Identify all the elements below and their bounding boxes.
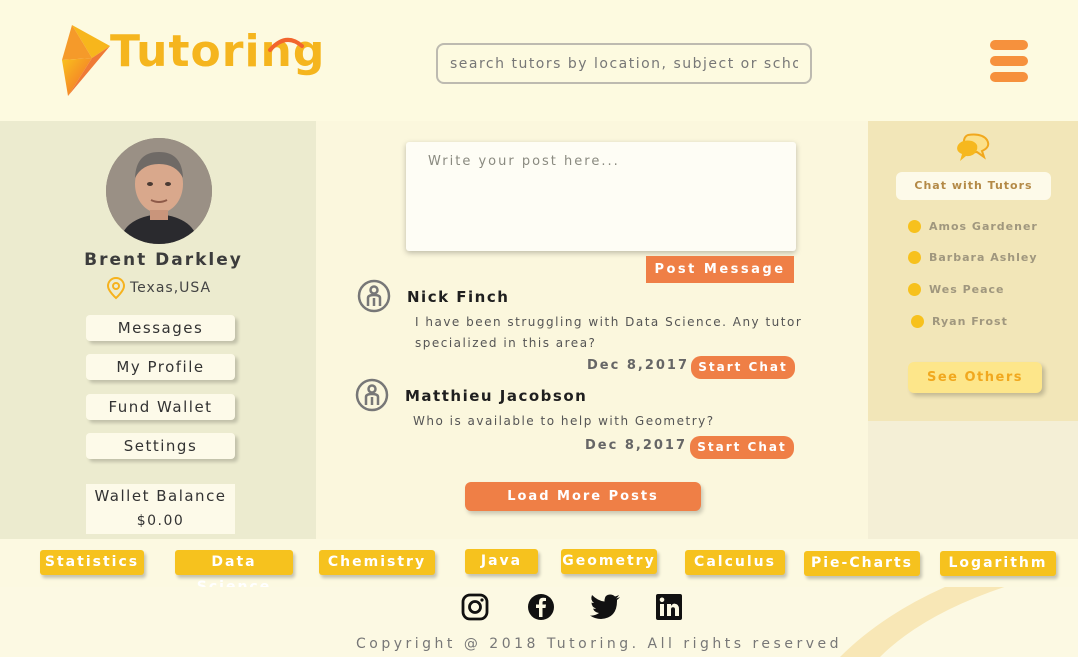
post-text-line: Who is available to help with Geometry? <box>413 414 715 428</box>
user-icon <box>355 378 389 412</box>
wallet-balance-card: Wallet Balance $0.00 <box>86 484 235 534</box>
tag-statistics[interactable]: Statistics <box>40 550 144 575</box>
post-input[interactable] <box>406 142 796 251</box>
load-more-posts-button[interactable]: Load More Posts <box>465 482 701 511</box>
location-text: Texas,USA <box>130 280 212 296</box>
tutor-item[interactable]: Barbara Ashley <box>908 251 1038 264</box>
tutor-name: Barbara Ashley <box>929 251 1038 264</box>
user-icon <box>357 279 391 313</box>
tutor-name: Wes Peace <box>929 283 1005 296</box>
twitter-icon[interactable] <box>589 593 621 621</box>
search-input[interactable] <box>436 43 812 84</box>
tutor-item[interactable]: Ryan Frost <box>911 315 1008 328</box>
tutor-item[interactable]: Wes Peace <box>908 283 1005 296</box>
chat-with-tutors-title: Chat with Tutors <box>896 172 1051 200</box>
online-status-icon <box>908 251 921 264</box>
post-date: Dec 8,2017 <box>587 358 690 373</box>
facebook-icon[interactable] <box>527 593 555 621</box>
post-text-line: specialized in this area? <box>415 336 597 350</box>
avatar[interactable] <box>106 138 212 244</box>
copyright-text: Copyright @ 2018 Tutoring. All rights re… <box>355 636 842 652</box>
start-chat-button[interactable]: Start Chat <box>690 436 794 459</box>
start-chat-button[interactable]: Start Chat <box>691 356 795 379</box>
post-author[interactable]: Matthieu Jacobson <box>405 387 587 405</box>
tutor-name: Ryan Frost <box>932 315 1008 328</box>
chat-sidebar: Chat with Tutors Amos Gardener Barbara A… <box>868 121 1078 421</box>
tag-logarithm[interactable]: Logarithm <box>940 551 1056 576</box>
online-status-icon <box>911 315 924 328</box>
logo-swirl-icon <box>268 38 304 52</box>
messages-button[interactable]: Messages <box>86 315 235 341</box>
tag-pie-charts[interactable]: Pie-Charts <box>804 551 920 576</box>
see-others-button[interactable]: See Others <box>908 362 1042 393</box>
logo-icon <box>62 25 110 96</box>
tag-geometry[interactable]: Geometry <box>561 549 657 574</box>
tag-java[interactable]: Java <box>465 549 538 574</box>
post-text: I have been struggling with Data Science… <box>415 312 802 354</box>
post-message-button[interactable]: Post Message <box>646 256 794 283</box>
right-panel-background <box>868 421 1078 539</box>
post-text: Who is available to help with Geometry? <box>413 411 715 432</box>
tutor-name: Amos Gardener <box>929 220 1038 233</box>
post-feed: Post Message Nick Finch I have been stru… <box>316 121 868 539</box>
online-status-icon <box>908 283 921 296</box>
tutor-item[interactable]: Amos Gardener <box>908 220 1038 233</box>
wallet-value: $0.00 <box>136 513 185 529</box>
settings-button[interactable]: Settings <box>86 433 235 459</box>
post-author[interactable]: Nick Finch <box>407 288 509 306</box>
fund-wallet-button[interactable]: Fund Wallet <box>86 394 235 420</box>
chat-bubbles-icon <box>957 133 990 161</box>
online-status-icon <box>908 220 921 233</box>
subject-tags: Statistics Data Science Chemistry Java G… <box>0 539 1078 595</box>
header: Tutoring <box>0 0 1078 121</box>
wallet-title: Wallet Balance <box>94 487 227 505</box>
logo[interactable]: Tutoring <box>58 22 324 98</box>
instagram-icon[interactable] <box>461 593 489 621</box>
tag-calculus[interactable]: Calculus <box>685 550 785 575</box>
footer: Copyright @ 2018 Tutoring. All rights re… <box>0 587 1078 657</box>
post-date: Dec 8,2017 <box>585 438 688 453</box>
location-pin-icon <box>106 276 126 300</box>
profile-sidebar: Brent Darkley Texas,USA Messages My Prof… <box>0 121 316 539</box>
post-text-line: I have been struggling with Data Science… <box>415 315 803 329</box>
user-name: Brent Darkley <box>84 250 243 270</box>
my-profile-button[interactable]: My Profile <box>86 354 235 380</box>
tag-data-science[interactable]: Data Science <box>175 550 293 595</box>
linkedin-icon[interactable] <box>655 593 683 621</box>
user-location: Texas,USA <box>106 275 211 301</box>
hamburger-menu-icon[interactable] <box>990 40 1028 82</box>
tag-chemistry[interactable]: Chemistry <box>319 550 435 575</box>
